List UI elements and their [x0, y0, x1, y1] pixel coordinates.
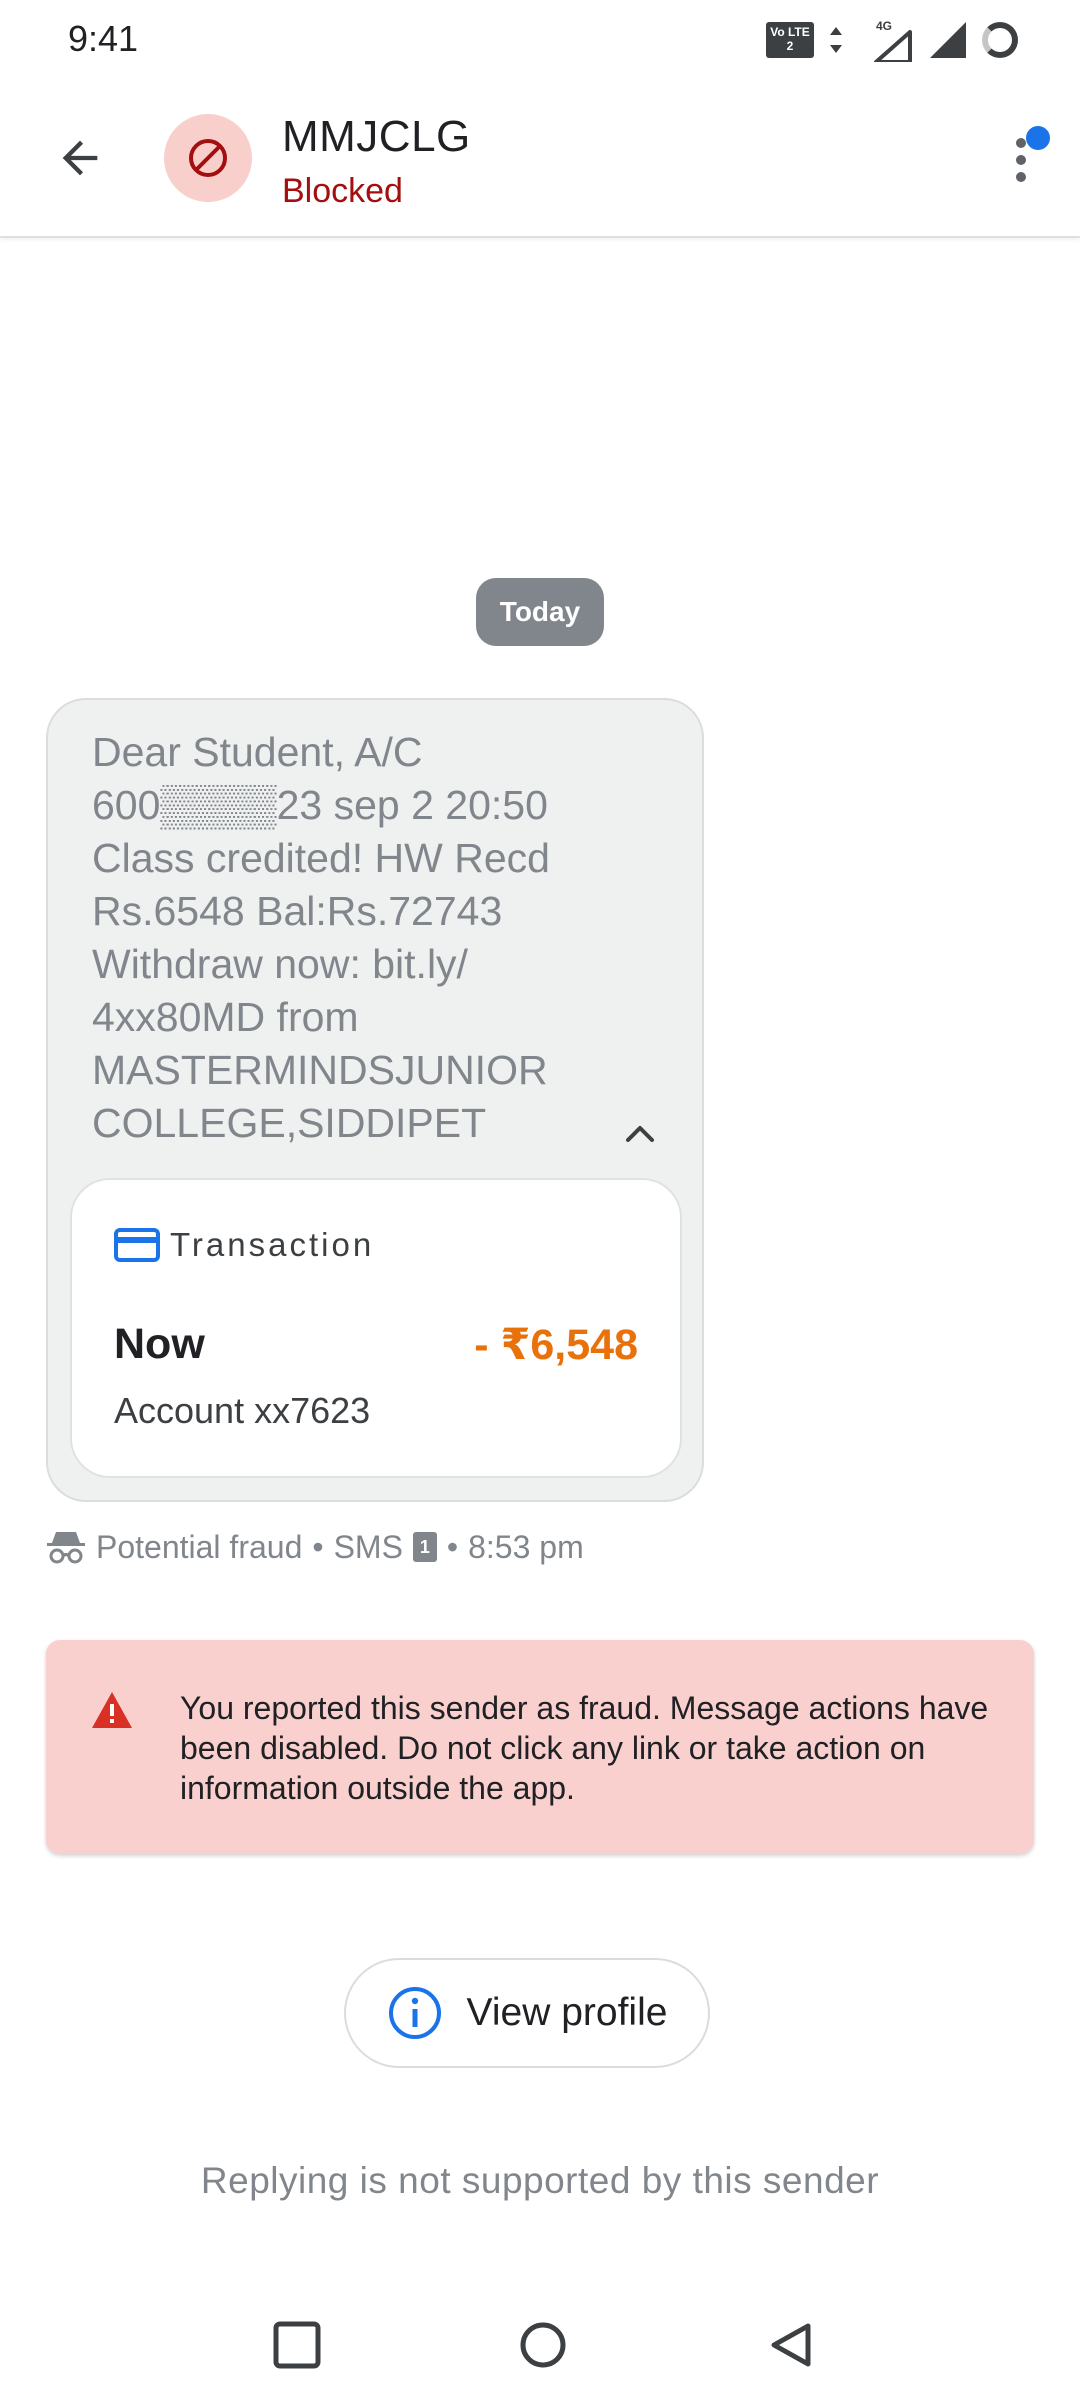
system-nav-bar [0, 2290, 1080, 2400]
transaction-amount: - ₹6,548 [474, 1321, 638, 1369]
more-dot-2 [1016, 155, 1026, 165]
sender-name: MMJCLG [282, 112, 471, 161]
circle-icon [520, 2322, 566, 2368]
view-profile-button[interactable]: View profile [344, 1958, 710, 2068]
credit-card-icon [114, 1228, 160, 1262]
warning-triangle-icon [92, 1692, 132, 1728]
reply-not-supported-note: Replying is not supported by this sender [200, 2160, 880, 2201]
view-profile-label: View profile [466, 1991, 668, 2034]
triangle-left-icon [771, 2323, 811, 2367]
status-icons: Vo LTE 2 4G [766, 16, 1018, 64]
chevron-up-icon [626, 1126, 654, 1142]
warning-text: You reported this sender as fraud. Messa… [180, 1690, 989, 1806]
nav-back-button[interactable] [756, 2310, 826, 2380]
message-bubble[interactable]: Dear Student, A/C 600▒▒▒▒23 sep 2 20:50 … [46, 698, 704, 1502]
more-vertical-icon [1016, 138, 1026, 148]
message-text: Dear Student, A/C 600▒▒▒▒23 sep 2 20:50 … [92, 729, 550, 1146]
signal-4g-icon: 4G [874, 19, 912, 62]
conversation-header: MMJCLG Blocked [0, 80, 1080, 238]
block-icon [189, 139, 227, 177]
sender-status: Blocked [282, 172, 403, 210]
avatar[interactable] [164, 114, 252, 202]
transaction-card[interactable]: Transaction Now - ₹6,548 Account xx7623 [70, 1178, 682, 1478]
date-chip: Today [476, 578, 604, 646]
status-bar: 9:41 Vo LTE 2 4G [0, 0, 1080, 80]
back-button[interactable] [40, 126, 120, 190]
incognito-icon [47, 1532, 85, 1564]
transaction-header: Transaction [114, 1226, 374, 1264]
more-options-button[interactable] [980, 118, 1060, 198]
more-dot-3 [1016, 172, 1026, 182]
square-icon [273, 2321, 321, 2369]
sim-icon: 1 [412, 1532, 437, 1562]
fraud-warning-banner: You reported this sender as fraud. Messa… [46, 1640, 1034, 1854]
transaction-when: Now [114, 1320, 205, 1368]
info-icon [388, 1987, 441, 2039]
data-arrows-icon [830, 27, 842, 53]
transaction-title: Transaction [170, 1226, 375, 1263]
fraud-label: Potential fraud [96, 1528, 303, 1565]
meta-separator: • [446, 1528, 459, 1565]
volte-icon: Vo LTE 2 [766, 22, 814, 58]
collapse-button[interactable] [618, 1112, 662, 1156]
message-time: 8:53 pm [468, 1528, 584, 1565]
channel-label: SMS [333, 1528, 403, 1565]
battery-icon [982, 22, 1018, 58]
home-button[interactable] [508, 2310, 578, 2380]
meta-separator: • [312, 1528, 324, 1565]
status-time: 9:41 [68, 18, 139, 59]
signal-icon [930, 22, 966, 58]
network-label: 4G [876, 19, 892, 33]
notification-dot [1026, 126, 1050, 150]
message-meta: Potential fraud • SMS 1 • 8:53 pm [46, 1522, 584, 1572]
recents-button[interactable] [262, 2310, 332, 2380]
transaction-account: Account xx7623 [114, 1390, 371, 1431]
arrow-left-icon [62, 140, 98, 176]
